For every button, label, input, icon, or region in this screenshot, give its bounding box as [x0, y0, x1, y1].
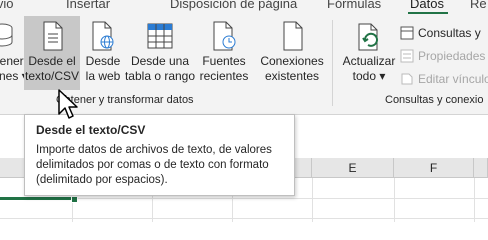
actualizar-label-2: todo ▾: [352, 69, 386, 83]
desde-web-label-2: la web: [85, 69, 121, 83]
existing-connections-icon: [283, 21, 303, 51]
desde-texto-label-2: texto/CSV: [24, 69, 80, 83]
fill-handle[interactable]: [71, 196, 78, 203]
tooltip: Desde el texto/CSV Importe datos de arch…: [24, 114, 295, 196]
conexiones-label-1: Conexiones: [260, 54, 324, 68]
editar-vinculos-button[interactable]: Editar vínculo: [400, 70, 488, 88]
actualizar-todo-button[interactable]: Actualizar todo ▾: [340, 16, 398, 90]
fuentes-label-2: recientes: [199, 69, 249, 83]
editar-vinculos-label: Editar vínculo: [418, 72, 488, 86]
desde-texto-csv-button[interactable]: Desde el texto/CSV: [24, 16, 80, 90]
tab-insertar[interactable]: Insertar: [66, 0, 110, 11]
consultas-label: Consultas y: [418, 26, 481, 40]
conexiones-label-2: existentes: [264, 69, 320, 83]
web-file-icon: [92, 21, 114, 51]
gridline: [312, 178, 313, 222]
tab-inicio[interactable]: ivio: [0, 0, 14, 11]
desde-tabla-label-2: tabla o rango: [124, 69, 196, 83]
active-cell-border: [0, 197, 74, 200]
consultas-conexiones-button[interactable]: Consultas y: [400, 24, 481, 42]
recent-sources-icon: [213, 21, 236, 51]
mouse-pointer-icon: [58, 89, 78, 119]
desde-web-label-1: Desde: [85, 54, 121, 68]
ribbon-tabs: ivio Insertar Disposición de página Fórm…: [0, 0, 488, 14]
tab-disposicion[interactable]: Disposición de página: [170, 0, 297, 11]
obtener-datos-button[interactable]: tener ones ▾: [0, 16, 28, 90]
gridline: [394, 178, 395, 222]
desde-la-web-button[interactable]: Desde la web: [83, 16, 123, 90]
column-header-f[interactable]: F: [394, 158, 474, 178]
fuentes-recientes-button[interactable]: Fuentes recientes: [197, 16, 251, 90]
tab-datos[interactable]: Datos: [410, 0, 444, 11]
tab-revisar[interactable]: Re: [470, 0, 487, 11]
column-header-g[interactable]: [474, 158, 488, 178]
properties-icon: [400, 49, 414, 63]
desde-texto-label-1: Desde el: [28, 54, 76, 68]
conexiones-existentes-button[interactable]: Conexiones existentes: [258, 16, 326, 90]
gridline: [0, 218, 488, 219]
desde-tabla-label-1: Desde una: [130, 54, 190, 68]
edit-links-icon: [401, 73, 413, 85]
gridline: [474, 178, 475, 222]
queries-icon: [400, 26, 414, 40]
actualizar-label-1: Actualizar: [342, 54, 396, 68]
propiedades-button[interactable]: Propiedades: [400, 47, 485, 65]
propiedades-label: Propiedades: [418, 49, 486, 63]
table-icon: [147, 23, 173, 49]
group-separator: [332, 20, 333, 106]
fuentes-label-1: Fuentes: [202, 54, 246, 68]
database-icon: [0, 23, 13, 47]
column-header-e[interactable]: E: [312, 158, 394, 178]
text-file-icon: [43, 21, 63, 51]
tooltip-body: Importe datos de archivos de texto, de v…: [36, 144, 272, 186]
obtener-label-1: tener: [0, 54, 24, 68]
refresh-icon: [358, 23, 378, 51]
tab-formulas[interactable]: Fórmulas: [327, 0, 381, 11]
group-label-consultas-conexiones: Consultas y conexio: [385, 94, 484, 106]
desde-tabla-rango-button[interactable]: Desde una tabla o rango: [125, 16, 195, 90]
tooltip-title: Desde el texto/CSV: [36, 123, 146, 137]
